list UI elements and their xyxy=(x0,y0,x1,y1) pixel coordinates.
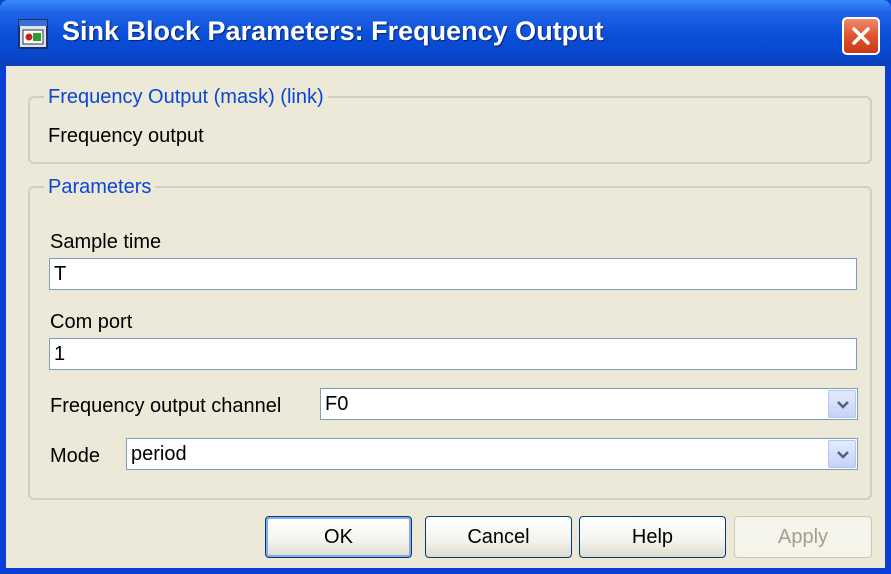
cancel-button[interactable]: Cancel xyxy=(425,516,572,558)
parameters-group-legend: Parameters xyxy=(44,175,156,199)
chevron-down-icon xyxy=(837,451,849,459)
frequency-output-channel-value: F0 xyxy=(325,393,349,415)
dialog-window: Sink Block Parameters: Frequency Output … xyxy=(0,0,891,574)
description-group: Frequency Output (mask) (link) Frequency… xyxy=(28,85,872,164)
block-description: Frequency output xyxy=(48,125,204,147)
frequency-output-channel-dropdown-button[interactable] xyxy=(828,390,856,418)
frequency-output-channel-label: Frequency output channel xyxy=(50,395,282,417)
help-button[interactable]: Help xyxy=(579,516,726,558)
mode-label: Mode xyxy=(50,445,101,467)
title-bar[interactable]: Sink Block Parameters: Frequency Output xyxy=(0,0,891,66)
chevron-down-icon xyxy=(837,401,849,409)
mode-value: period xyxy=(131,443,187,465)
sample-time-input[interactable]: T xyxy=(49,258,857,290)
dialog-body: Frequency Output (mask) (link) Frequency… xyxy=(6,66,885,568)
com-port-input[interactable]: 1 xyxy=(49,338,857,370)
mode-select[interactable]: period xyxy=(126,438,858,470)
ok-button[interactable]: OK xyxy=(265,516,412,558)
mode-dropdown-button[interactable] xyxy=(828,440,856,468)
description-group-legend: Frequency Output (mask) (link) xyxy=(44,85,328,109)
simulink-block-icon xyxy=(18,19,48,49)
close-icon xyxy=(852,27,870,45)
com-port-label: Com port xyxy=(50,311,133,333)
window-title: Sink Block Parameters: Frequency Output xyxy=(62,16,604,46)
sample-time-label: Sample time xyxy=(50,231,162,253)
frequency-output-channel-select[interactable]: F0 xyxy=(320,388,858,420)
parameters-group: Parameters Sample time T Com port 1 Freq… xyxy=(28,175,872,500)
close-button[interactable] xyxy=(842,17,880,55)
apply-button[interactable]: Apply xyxy=(734,516,872,558)
